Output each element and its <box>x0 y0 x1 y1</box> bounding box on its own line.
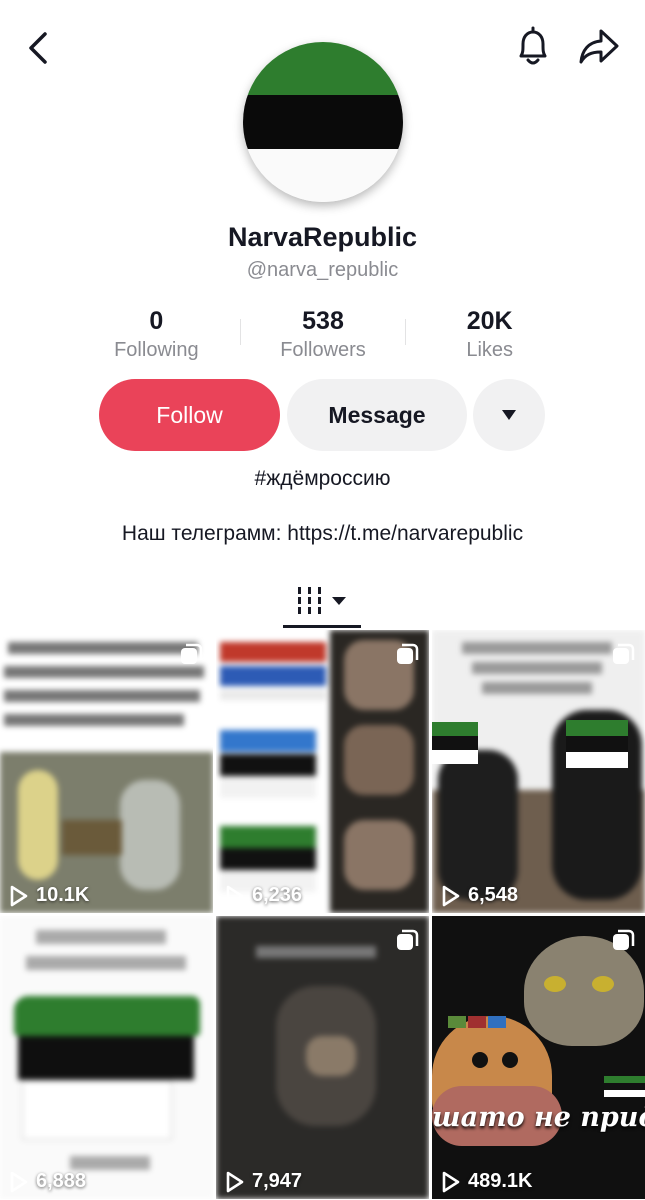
video-grid-icon <box>298 587 346 614</box>
avatar-stripe-white <box>243 148 403 202</box>
multi-image-icon <box>397 929 419 950</box>
flag-stripe <box>432 722 478 736</box>
flag-stripe <box>566 736 628 752</box>
likes-count: 20K <box>466 307 513 335</box>
followers-label: Followers <box>280 339 366 361</box>
view-count-label: 6,548 <box>468 884 519 906</box>
flag-stripe <box>604 1083 645 1090</box>
bio-hashtag[interactable]: #ждёмроссию <box>0 467 645 491</box>
more-options-button[interactable] <box>473 379 545 451</box>
video-tile[interactable]: шато не придё 489.1K <box>432 916 645 1199</box>
multi-image-icon <box>613 643 635 664</box>
play-icon <box>226 885 244 906</box>
view-count: 7,947 <box>226 1170 302 1193</box>
active-tab-indicator <box>283 625 361 628</box>
play-icon <box>442 1171 460 1192</box>
message-button[interactable]: Message <box>287 379 467 451</box>
bio-text[interactable]: Наш телеграмм: https://t.me/narvarepubli… <box>0 522 645 546</box>
stat-following[interactable]: 0 Following <box>73 305 240 365</box>
flag-stripe <box>604 1090 645 1097</box>
following-label: Following <box>114 339 199 361</box>
cat-eye <box>592 976 614 992</box>
share-arrow-icon[interactable] <box>574 24 624 70</box>
video-tile[interactable]: 10.1K <box>0 630 213 913</box>
video-tile[interactable]: 6,236 <box>216 630 429 913</box>
view-count: 6,236 <box>226 884 302 907</box>
following-count: 0 <box>149 307 164 335</box>
view-count-label: 7,947 <box>252 1170 303 1192</box>
cat-eye <box>544 976 566 992</box>
flag-stripe <box>566 752 628 768</box>
view-count-label: 6,888 <box>36 1170 87 1192</box>
view-count: 489.1K <box>442 1170 533 1193</box>
avatar[interactable] <box>243 42 403 202</box>
caret-down-icon <box>502 410 516 420</box>
mini-flag <box>488 1016 506 1028</box>
view-count: 10.1K <box>10 884 89 907</box>
bell-icon[interactable] <box>510 24 556 70</box>
view-count-label: 489.1K <box>468 1170 533 1192</box>
stat-likes[interactable]: 20K Likes <box>406 305 573 365</box>
view-count: 6,548 <box>442 884 518 907</box>
flag-stripe <box>432 736 478 750</box>
multi-image-icon <box>613 929 635 950</box>
content-tab-bar <box>0 572 645 628</box>
mini-flag <box>448 1016 466 1028</box>
play-icon <box>226 1171 244 1192</box>
avatar-stripe-black <box>243 95 403 149</box>
video-tile[interactable]: 7,947 <box>216 916 429 1199</box>
view-count-label: 6,236 <box>252 884 303 906</box>
cat-image <box>524 936 644 1046</box>
play-icon <box>10 885 28 906</box>
multi-image-icon <box>397 643 419 664</box>
video-tile[interactable]: 6,548 <box>432 630 645 913</box>
display-name: NarvaRepublic <box>227 222 418 252</box>
tab-videos[interactable] <box>283 572 361 628</box>
chevron-left-icon[interactable] <box>18 28 58 68</box>
flag-stripe <box>566 720 628 736</box>
profile-stats: 0 Following 538 Followers 20K Likes <box>73 305 573 365</box>
profile-actions: Follow Message <box>0 379 645 451</box>
play-icon <box>442 885 460 906</box>
followers-count: 538 <box>302 307 344 335</box>
stat-divider <box>405 319 406 345</box>
dog-eye <box>502 1052 518 1068</box>
multi-image-icon <box>181 643 203 664</box>
likes-label: Likes <box>466 339 514 361</box>
mini-flag <box>468 1016 486 1028</box>
stat-divider <box>240 319 241 345</box>
play-icon <box>10 1171 28 1192</box>
flag-stripe <box>604 1076 645 1083</box>
view-count-label: 10.1K <box>36 884 90 906</box>
follow-button[interactable]: Follow <box>99 379 280 451</box>
flag-stripe <box>432 750 478 764</box>
dog-eye <box>472 1052 488 1068</box>
stat-followers[interactable]: 538 Followers <box>240 305 407 365</box>
video-grid: 10.1K 6,236 6,548 6,888 7,947 шато не пр… <box>0 630 645 1200</box>
video-caption: шато не придё <box>432 1102 645 1133</box>
view-count: 6,888 <box>10 1170 86 1193</box>
username-handle: @narva_republic <box>246 259 399 281</box>
video-tile[interactable]: 6,888 <box>0 916 213 1199</box>
